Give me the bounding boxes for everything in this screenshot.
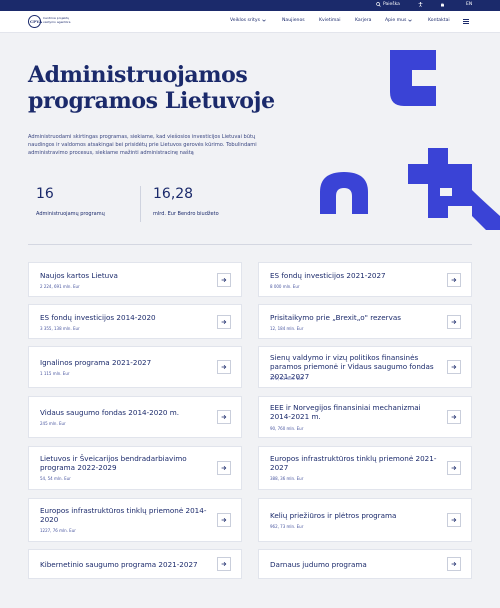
- stat-programs: 16 Administruojamų programų: [36, 186, 105, 217]
- program-card[interactable]: Ignalinos programa 2021-2027 1 115 mln. …: [28, 346, 242, 388]
- program-card[interactable]: Naujos kartos Lietuva 2 224, 691 mln. Eu…: [28, 262, 242, 297]
- program-card[interactable]: Vidaus saugumo fondas 2014-2020 m. 245 m…: [28, 396, 242, 438]
- program-title: Kelių priežiūros ir plėtros programa: [270, 511, 397, 520]
- program-card[interactable]: Darnaus judumo programa: [258, 549, 472, 579]
- nav-item-apie-mus[interactable]: Apie mus: [385, 18, 413, 23]
- deco-shape-top: [390, 50, 436, 106]
- nav-item-karjera[interactable]: Karjera: [355, 18, 371, 23]
- menu-icon[interactable]: [463, 19, 469, 24]
- nav-item-kontaktai[interactable]: Kontaktai: [428, 18, 450, 23]
- program-amount: 90, 760 mln. Eur: [270, 426, 304, 431]
- program-title: Lietuvos ir Šveicarijos bendradarbiavimo…: [40, 454, 187, 473]
- page-title: Administruojamos programos Lietuvoje: [28, 62, 288, 114]
- program-amount: 1227, 76 mln. Eur: [40, 528, 76, 533]
- language-label: EN: [466, 2, 473, 7]
- program-title: Naujos kartos Lietuva: [40, 271, 118, 280]
- program-amount: 54, 54 mln. Eur: [40, 476, 71, 481]
- arrow-right-icon[interactable]: [447, 513, 461, 527]
- arrow-right-icon[interactable]: [217, 360, 231, 374]
- program-card[interactable]: ES fondų investicijos 2014-2020 3 355, 1…: [28, 304, 242, 339]
- stat-value: 16: [36, 186, 54, 202]
- program-amount: 8 000 mln. Eur: [270, 284, 300, 289]
- arrow-right-icon[interactable]: [217, 315, 231, 329]
- program-card[interactable]: Prisitaikymo prie „Brexit„o" rezervas 12…: [258, 304, 472, 339]
- nav-label: Kontaktai: [428, 18, 450, 23]
- accessibility-button[interactable]: [418, 2, 423, 7]
- stat-label: mlrd. Eur Bendro biudžeto: [153, 211, 219, 217]
- deco-shape-arch: [320, 172, 368, 214]
- arrow-right-icon[interactable]: [447, 461, 461, 475]
- program-card[interactable]: EEE ir Norvegijos finansiniai mechanizma…: [258, 396, 472, 438]
- program-card[interactable]: Europos infrastruktūros tinklų priemonė …: [258, 446, 472, 490]
- nav-item-kvietimai[interactable]: Kvietimai: [319, 18, 340, 23]
- program-card[interactable]: Kibernetinio saugumo programa 2021-2027: [28, 549, 242, 579]
- nav-label: Naujienos: [282, 18, 305, 23]
- arrow-right-icon[interactable]: [217, 557, 231, 571]
- stat-label: Administruojamų programų: [36, 211, 105, 217]
- search-link[interactable]: Paieška: [376, 2, 400, 7]
- nav-label: Karjera: [355, 18, 372, 23]
- deco-shape-right: [408, 148, 500, 230]
- hero-description: Administruodami skirtingas programas, si…: [28, 134, 257, 156]
- arrow-right-icon[interactable]: [447, 315, 461, 329]
- program-amount: 245 mln. Eur: [40, 421, 66, 426]
- chevron-down-icon: [408, 19, 413, 22]
- program-amount: 2 224, 691 mln. Eur: [40, 284, 80, 289]
- arrow-right-icon[interactable]: [447, 557, 461, 571]
- page-title-line-1: Administruojamos: [28, 62, 248, 88]
- logo-text: Centrinė projektų valdymo agentūra: [43, 16, 71, 24]
- program-title: Darnaus judumo programa: [270, 560, 367, 569]
- stat-value: 16,28: [153, 186, 194, 202]
- accessibility-icon: [418, 2, 423, 7]
- program-amount: 370, 61 mln. Eur: [270, 376, 304, 381]
- chevron-down-icon: [262, 19, 266, 22]
- program-card[interactable]: Sienų valdymo ir vizų politikos finansin…: [258, 346, 472, 388]
- logo[interactable]: CPVA Centrinė projektų valdymo agentūra: [28, 14, 76, 31]
- deco-shape-gap: [440, 188, 452, 196]
- program-title: Prisitaikymo prie „Brexit„o" rezervas: [270, 313, 401, 322]
- program-amount: 12, 184 mln. Eur: [270, 326, 304, 331]
- program-amount: 3 355, 138 mln. Eur: [40, 326, 80, 331]
- top-bar: Paieška EN: [0, 0, 500, 11]
- program-card[interactable]: ES fondų investicijos 2021-2027 8 000 ml…: [258, 262, 472, 297]
- hand-icon: [441, 2, 444, 7]
- stat-budget: 16,28 mlrd. Eur Bendro biudžeto: [153, 186, 219, 217]
- page-title-line-2: programos Lietuvoje: [28, 88, 275, 114]
- search-icon: [376, 2, 381, 7]
- arrow-right-icon[interactable]: [447, 273, 461, 287]
- program-title: EEE ir Norvegijos finansiniai mechanizma…: [270, 403, 421, 422]
- program-title: ES fondų investicijos 2014-2020: [40, 313, 156, 322]
- divider: [28, 244, 472, 245]
- nav-label: Veiklos sritys: [230, 18, 260, 23]
- program-amount: 388, 36 mln. Eur: [270, 476, 304, 481]
- arrow-right-icon[interactable]: [447, 410, 461, 424]
- search-label: Paieška: [383, 2, 400, 7]
- arrow-right-icon[interactable]: [217, 461, 231, 475]
- sign-language-button[interactable]: [440, 2, 445, 7]
- language-switch[interactable]: EN: [466, 2, 472, 7]
- divider: [140, 186, 141, 222]
- program-title: Vidaus saugumo fondas 2014-2020 m.: [40, 408, 180, 417]
- program-card[interactable]: Lietuvos ir Šveicarijos bendradarbiavimo…: [28, 446, 242, 490]
- arrow-right-icon[interactable]: [217, 273, 231, 287]
- logo-abbr: CPVA: [30, 19, 43, 24]
- program-title: Ignalinos programa 2021-2027: [40, 358, 152, 367]
- nav-item-naujienos[interactable]: Naujienos: [282, 18, 305, 23]
- arrow-right-icon[interactable]: [217, 410, 231, 424]
- program-card[interactable]: Kelių priežiūros ir plėtros programa 962…: [258, 498, 472, 542]
- nav-label: Kvietimai: [319, 18, 341, 23]
- program-title: ES fondų investicijos 2021-2027: [270, 271, 386, 280]
- program-title: Europos infrastruktūros tinklų priemonė …: [40, 506, 207, 525]
- nav-item-veiklos-sritys[interactable]: Veiklos sritys: [230, 18, 266, 23]
- program-title: Kibernetinio saugumo programa 2021-2027: [40, 560, 198, 569]
- main-nav: CPVA Centrinė projektų valdymo agentūra …: [0, 11, 500, 33]
- decorative-shapes: [320, 50, 500, 230]
- nav-label: Apie mus: [385, 18, 407, 23]
- program-title: Europos infrastruktūros tinklų priemonė …: [270, 454, 437, 473]
- program-amount: 962, 73 mln. Eur: [270, 524, 304, 529]
- program-amount: 1 115 mln. Eur: [40, 371, 70, 376]
- arrow-right-icon[interactable]: [447, 360, 461, 374]
- arrow-right-icon[interactable]: [217, 513, 231, 527]
- program-card[interactable]: Europos infrastruktūros tinklų priemonė …: [28, 498, 242, 542]
